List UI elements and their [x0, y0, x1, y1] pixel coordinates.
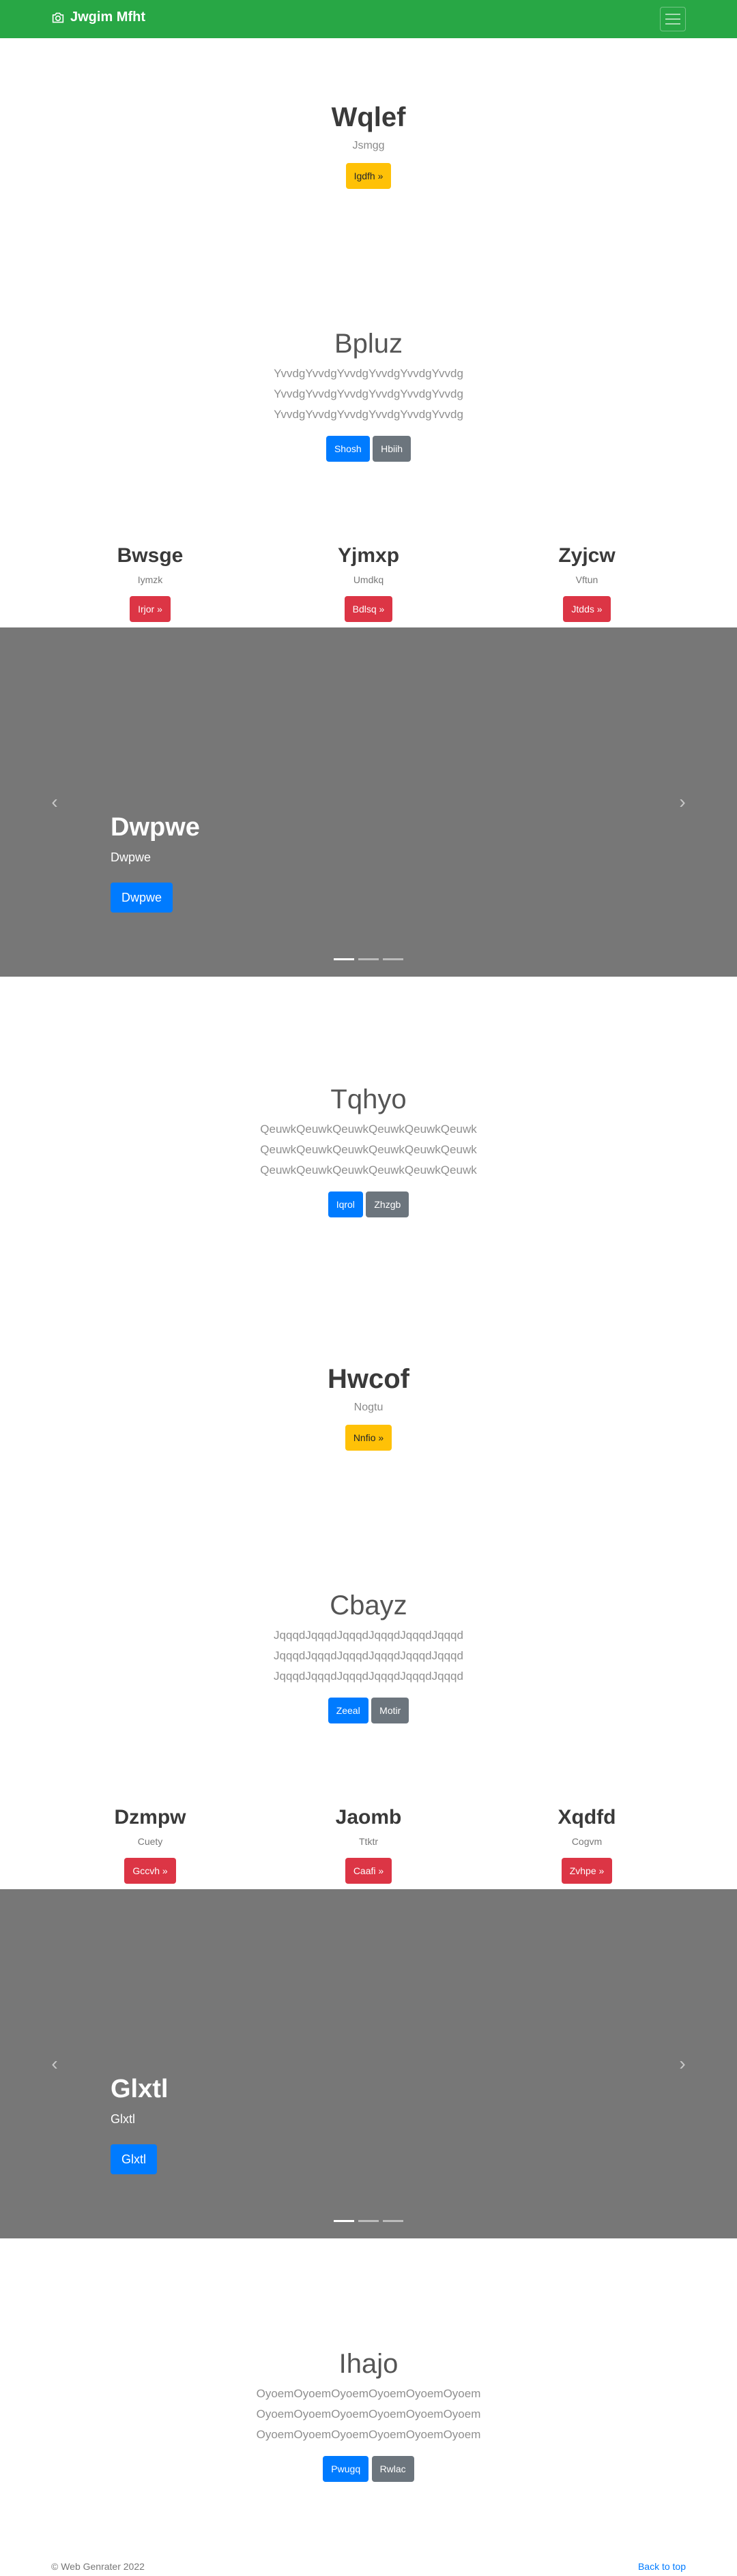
camera-icon	[52, 12, 64, 23]
carousel-2: ‹ › Glxtl Glxtl Glxtl	[0, 1889, 737, 2238]
feature-button[interactable]: Jtdds »	[563, 596, 611, 622]
feature-text: Vftun	[575, 574, 598, 585]
feature-column: Yjmxp Umdkq Bdlsq »	[259, 544, 478, 622]
carousel-caption: Glxtl Glxtl Glxtl	[111, 2075, 168, 2174]
carousel-indicator[interactable]	[358, 2220, 379, 2222]
primary-button[interactable]: Iqrol	[328, 1191, 363, 1217]
feature-column: Dzmpw Cuety Gccvh »	[41, 1806, 259, 1884]
carousel-text: Dwpwe	[111, 850, 151, 864]
feature-title: Yjmxp	[337, 544, 400, 567]
lead-text: YvvdgYvvdgYvvdgYvvdgYvvdgYvvdg YvvdgYvvd…	[274, 367, 463, 421]
lead-title: Ihajo	[338, 2349, 399, 2379]
feature-columns-1: Bwsge Iymzk Irjor » Yjmxp Umdkq Bdlsq » …	[0, 544, 737, 622]
carousel-indicator[interactable]	[334, 958, 354, 960]
navbar-brand[interactable]: Jwgim Mfht	[51, 10, 145, 25]
secondary-button[interactable]: Motir	[371, 1698, 409, 1723]
jumbotron-title: Wqlef	[331, 102, 406, 132]
feature-column: Xqdfd Cogvm Zvhpe »	[478, 1806, 696, 1884]
lead-title: Tqhyo	[330, 1084, 407, 1114]
primary-button[interactable]: Pwugq	[323, 2456, 369, 2482]
feature-text: Umdkq	[353, 574, 384, 585]
feature-button[interactable]: Bdlsq »	[344, 596, 393, 622]
feature-button[interactable]: Zvhpe »	[561, 1858, 613, 1884]
feature-title: Xqdfd	[558, 1806, 616, 1829]
feature-title: Jaomb	[335, 1806, 402, 1829]
carousel-indicators	[0, 958, 737, 960]
primary-button[interactable]: Zeeal	[328, 1698, 369, 1723]
carousel-indicator[interactable]	[383, 958, 403, 960]
brand-label: Jwgim Mfht	[70, 10, 145, 25]
carousel-indicators	[0, 2220, 737, 2222]
carousel-indicator[interactable]	[358, 958, 379, 960]
feature-text: Ttktr	[359, 1836, 378, 1847]
lead-text: OyoemOyoemOyoemOyoemOyoemOyoem OyoemOyoe…	[256, 2387, 481, 2441]
carousel-caption: Dwpwe Dwpwe Dwpwe	[111, 813, 200, 913]
jumbotron-button[interactable]: Igdfh »	[345, 163, 392, 189]
jumbotron-button[interactable]: Nnfio »	[345, 1425, 392, 1451]
lead-section-1: Bpluz YvvdgYvvdgYvvdgYvvdgYvvdgYvvdg Yvv…	[0, 329, 737, 462]
feature-button[interactable]: Gccvh »	[124, 1858, 176, 1884]
hamburger-icon	[665, 14, 680, 15]
jumbotron-title: Hwcof	[328, 1364, 409, 1394]
menu-toggle-button[interactable]	[660, 7, 686, 31]
carousel-title: Glxtl	[111, 2075, 169, 2103]
carousel-button[interactable]: Dwpwe	[111, 883, 173, 913]
carousel-1: ‹ › Dwpwe Dwpwe Dwpwe	[0, 627, 737, 977]
feature-column: Bwsge Iymzk Irjor »	[41, 544, 259, 622]
carousel-button[interactable]: Glxtl	[111, 2144, 157, 2174]
feature-button[interactable]: Caafi »	[345, 1858, 392, 1884]
lead-title: Cbayz	[330, 1590, 407, 1620]
lead-text: QeuwkQeuwkQeuwkQeuwkQeuwkQeuwk QeuwkQeuw…	[260, 1123, 477, 1176]
lead-title: Bpluz	[334, 329, 403, 359]
carousel-indicator[interactable]	[383, 2220, 403, 2222]
carousel-text: Glxtl	[111, 2112, 135, 2126]
carousel-next-icon[interactable]: ›	[676, 793, 689, 812]
feature-column: Zyjcw Vftun Jtdds »	[478, 544, 696, 622]
navbar: Jwgim Mfht	[0, 0, 737, 38]
copyright-text: © Web Genrater 2022	[51, 2561, 145, 2572]
feature-columns-2: Dzmpw Cuety Gccvh » Jaomb Ttktr Caafi » …	[0, 1806, 737, 1884]
secondary-button[interactable]: Hbiih	[373, 436, 411, 462]
lead-section-4: Ihajo OyoemOyoemOyoemOyoemOyoemOyoem Oyo…	[0, 2349, 737, 2482]
feature-title: Zyjcw	[558, 544, 616, 567]
jumbotron-subtitle: Nogtu	[353, 1402, 384, 1413]
feature-title: Bwsge	[117, 544, 184, 567]
secondary-button[interactable]: Zhzgb	[366, 1191, 409, 1217]
lead-section-2: Tqhyo QeuwkQeuwkQeuwkQeuwkQeuwkQeuwk Qeu…	[0, 1084, 737, 1217]
carousel-prev-icon[interactable]: ‹	[48, 2054, 61, 2073]
feature-text: Iymzk	[137, 574, 163, 585]
feature-column: Jaomb Ttktr Caafi »	[259, 1806, 478, 1884]
carousel-prev-icon[interactable]: ‹	[48, 793, 61, 812]
jumbotron-2: Hwcof Nogtu Nnfio »	[0, 1364, 737, 1451]
jumbotron-1: Wqlef Jsmgg Igdfh »	[0, 102, 737, 189]
feature-button[interactable]: Irjor »	[130, 596, 171, 622]
lead-text: JqqqdJqqqdJqqqdJqqqdJqqqdJqqqd JqqqdJqqq…	[274, 1629, 463, 1683]
feature-text: Cogvm	[571, 1836, 603, 1847]
feature-text: Cuety	[137, 1836, 163, 1847]
back-to-top-link[interactable]: Back to top	[638, 2561, 686, 2572]
lead-section-3: Cbayz JqqqdJqqqdJqqqdJqqqdJqqqdJqqqd Jqq…	[0, 1590, 737, 1723]
carousel-title: Dwpwe	[111, 813, 200, 842]
carousel-indicator[interactable]	[334, 2220, 354, 2222]
secondary-button[interactable]: Rwlac	[371, 2456, 414, 2482]
carousel-next-icon[interactable]: ›	[676, 2054, 689, 2073]
feature-title: Dzmpw	[114, 1806, 186, 1829]
jumbotron-subtitle: Jsmgg	[352, 140, 385, 151]
primary-button[interactable]: Shosh	[326, 436, 370, 462]
